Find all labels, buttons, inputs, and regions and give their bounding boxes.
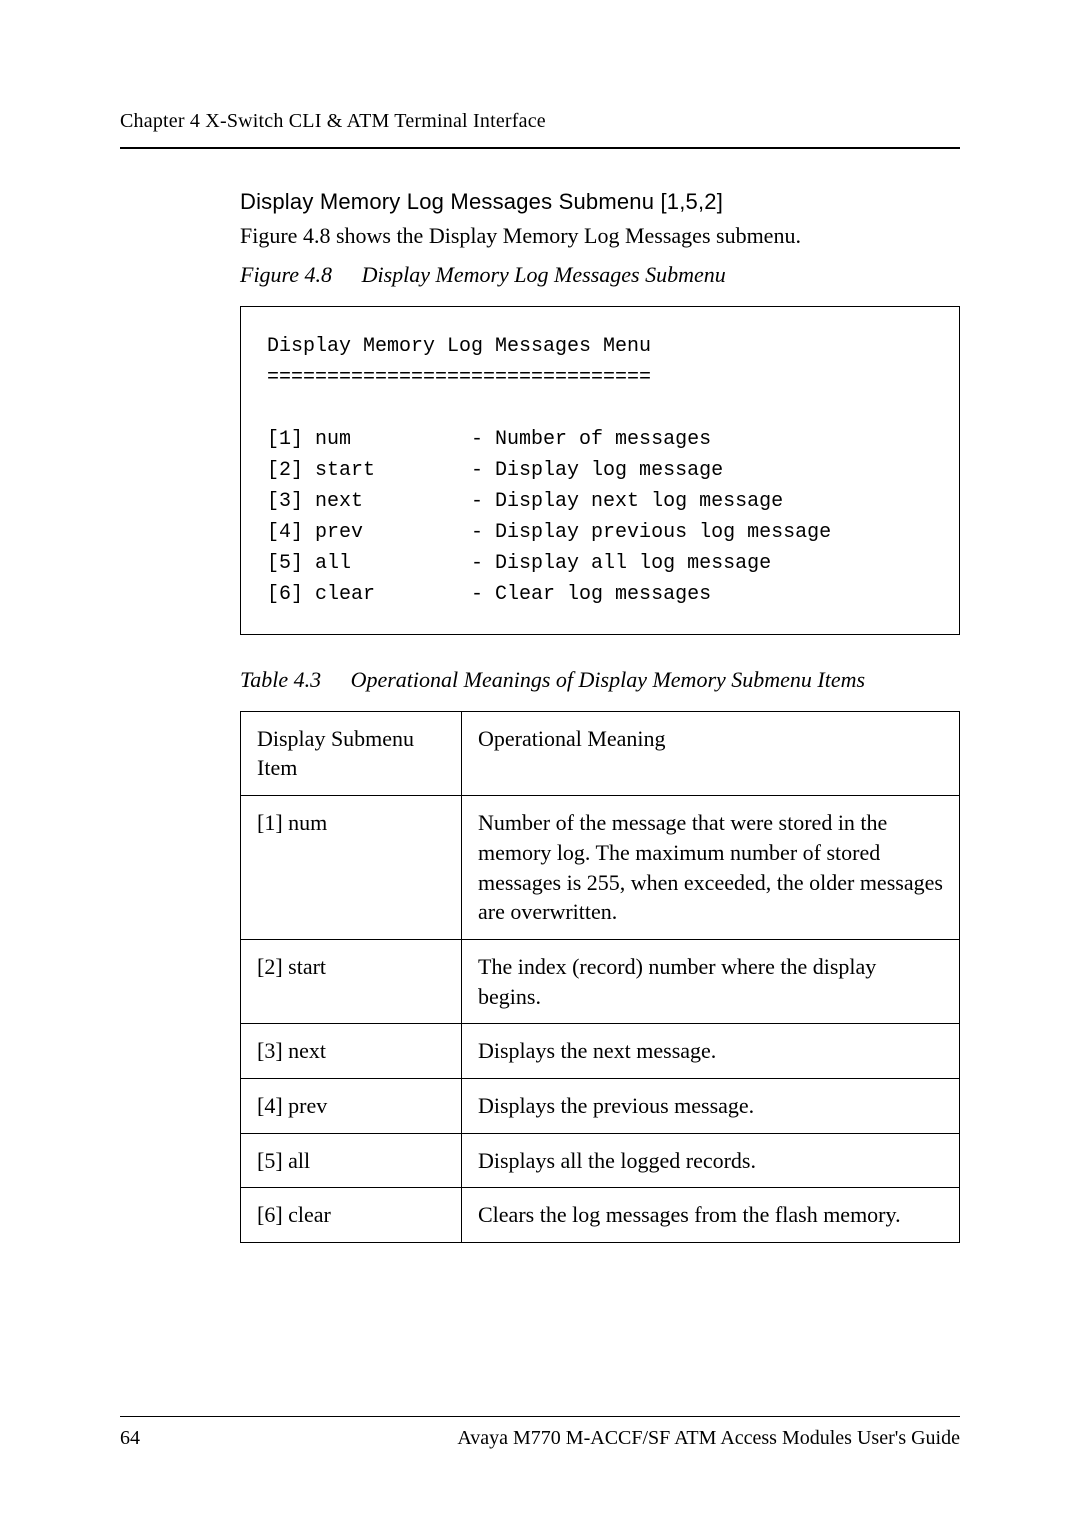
table-row: [1] num Number of the message that were … [241,796,960,940]
table-header-row: Display Submenu Item Operational Meaning [241,711,960,795]
table-cell-key: [1] num [241,796,462,940]
table-cell-key: [3] next [241,1024,462,1079]
table-caption-title: Operational Meanings of Display Memory S… [351,667,865,692]
table-cell-val: Displays all the logged records. [462,1133,960,1188]
table-row: [3] next Displays the next message. [241,1024,960,1079]
table-cell-key: [2] start [241,939,462,1023]
table-row: [2] start The index (record) number wher… [241,939,960,1023]
table-cell-key: [4] prev [241,1078,462,1133]
table-row: [5] all Displays all the logged records. [241,1133,960,1188]
table-cell-key: [6] clear [241,1188,462,1243]
figure-caption: Figure 4.8 Display Memory Log Messages S… [240,262,960,288]
page-footer: 64 Avaya M770 M-ACCF/SF ATM Access Modul… [120,1416,960,1450]
table-caption: Table 4.3 Operational Meanings of Displa… [240,667,960,693]
running-head: Chapter 4 X-Switch CLI & ATM Terminal In… [120,110,960,133]
table-cell-val: Number of the message that were stored i… [462,796,960,940]
footer-page-number: 64 [120,1427,140,1450]
table-header-left: Display Submenu Item [241,711,462,795]
submenu-heading: Display Memory Log Messages Submenu [1,5… [240,189,960,215]
table-header-right: Operational Meaning [462,711,960,795]
figure-caption-label: Figure 4.8 [240,262,332,287]
table-cell-val: Displays the previous message. [462,1078,960,1133]
table-cell-val: Clears the log messages from the flash m… [462,1188,960,1243]
intro-paragraph: Figure 4.8 shows the Display Memory Log … [240,221,960,252]
main-content: Display Memory Log Messages Submenu [1,5… [240,189,960,1243]
header-rule [120,147,960,149]
table-row: [4] prev Displays the previous message. [241,1078,960,1133]
code-listing: Display Memory Log Messages Menu =======… [240,306,960,635]
table-cell-val: The index (record) number where the disp… [462,939,960,1023]
table-cell-key: [5] all [241,1133,462,1188]
figure-caption-title: Display Memory Log Messages Submenu [362,262,726,287]
footer-title: Avaya M770 M-ACCF/SF ATM Access Modules … [457,1427,960,1450]
table-cell-val: Displays the next message. [462,1024,960,1079]
table-caption-label: Table 4.3 [240,667,321,692]
table-row: [6] clear Clears the log messages from t… [241,1188,960,1243]
meanings-table: Display Submenu Item Operational Meaning… [240,711,960,1243]
